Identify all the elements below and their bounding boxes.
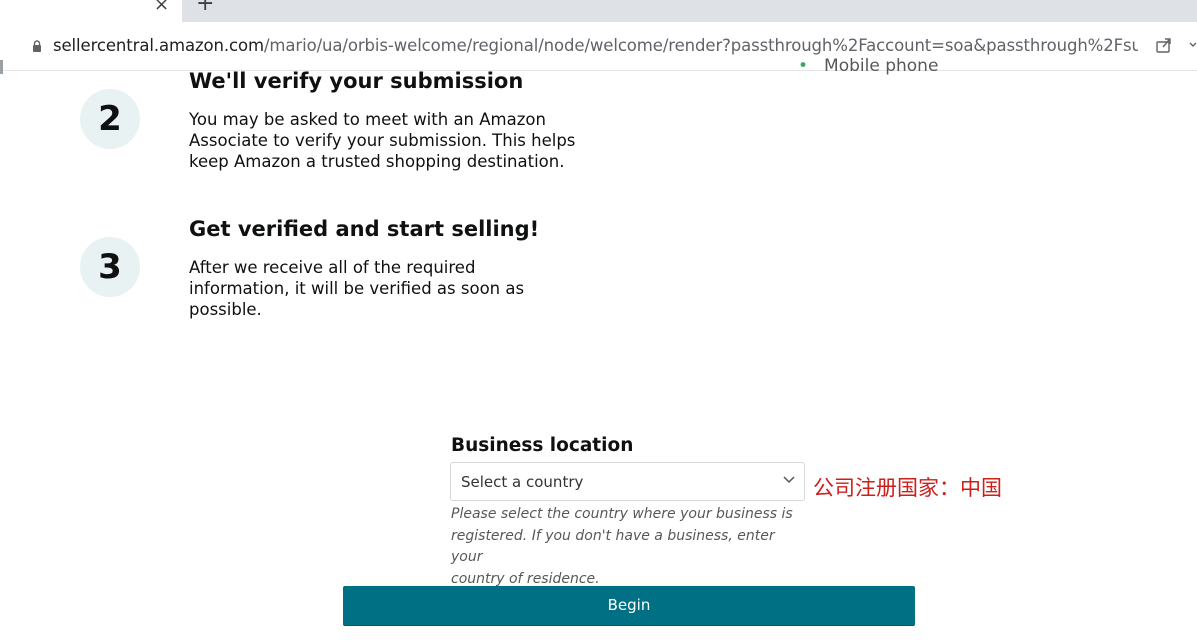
step-2-line: keep Amazon a trusted shopping destinati… [189, 152, 565, 171]
window-edge [0, 60, 3, 74]
helper-line: registered. If you don't have a business… [451, 527, 775, 566]
chevron-down-icon[interactable] [1189, 40, 1197, 50]
url-host: sellercentral.amazon.com [53, 36, 264, 55]
url-path: /mario/ua/orbis-welcome/regional/node/we… [263, 36, 1138, 55]
step-2-title: We'll verify your submission [189, 69, 524, 93]
step-3-title: Get verified and start selling! [189, 217, 540, 241]
step-2-line: Associate to verify your submission. Thi… [189, 131, 576, 150]
country-select[interactable]: Select a country [450, 462, 805, 501]
step-2-description: You may be asked to meet with an Amazon … [189, 109, 609, 172]
helper-line: Please select the country where your bus… [451, 506, 793, 522]
active-tab[interactable]: × [0, 0, 182, 22]
chevron-down-icon [783, 476, 795, 484]
lock-icon[interactable] [32, 40, 42, 52]
address-bar[interactable]: sellercentral.amazon.com/mario/ua/orbis-… [0, 22, 1197, 74]
annotation-note: 公司注册国家：中国 [813, 476, 1002, 500]
step-3-number: 3 [80, 237, 140, 297]
url-text[interactable]: sellercentral.amazon.com/mario/ua/orbis-… [53, 36, 1138, 55]
country-select-value: Select a country [461, 473, 584, 491]
step-3-line: possible. [189, 300, 262, 319]
partial-list-item-label: Mobile phone [824, 56, 939, 76]
partial-list-item: • Mobile phone [798, 56, 938, 76]
step-3-line: After we receive all of the required [189, 258, 476, 277]
step-3-line: information, it will be verified as soon… [189, 279, 525, 298]
step-2-number: 2 [80, 89, 140, 149]
country-helper-text: Please select the country where your bus… [451, 504, 796, 590]
step-3-description: After we receive all of the required inf… [189, 257, 609, 320]
share-icon[interactable] [1155, 36, 1173, 54]
begin-button[interactable]: Begin [343, 586, 915, 625]
bullet-icon: • [798, 56, 809, 76]
tab-strip: × + [0, 0, 1197, 22]
new-tab-button[interactable]: + [196, 0, 214, 16]
close-tab-icon[interactable]: × [154, 0, 169, 15]
step-2-line: You may be asked to meet with an Amazon [189, 110, 546, 129]
business-location-label: Business location [451, 435, 634, 456]
